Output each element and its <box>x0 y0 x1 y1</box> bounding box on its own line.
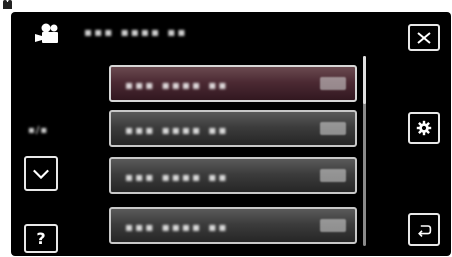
camera-menu-page: ▪▪▪ ▪▪▪▪ ▪▪ ▪/▪ ? ▪▪▪ ▪▪▪▪ ▪▪ ▪▪▪ ▪▪▪▪ ▪… <box>0 0 452 257</box>
menu-item[interactable]: ▪▪▪ ▪▪▪▪ ▪▪ <box>109 65 357 102</box>
menu-item-label: ▪▪▪ ▪▪▪▪ ▪▪ <box>125 170 229 184</box>
menu-item-label: ▪▪▪ ▪▪▪▪ ▪▪ <box>125 78 229 92</box>
page-indicator: ▪/▪ <box>28 125 49 136</box>
menu-item[interactable]: ▪▪▪ ▪▪▪▪ ▪▪ <box>109 207 357 244</box>
menu-item-value-icon <box>320 169 346 182</box>
scrollbar[interactable] <box>363 56 366 246</box>
settings-button[interactable] <box>408 112 440 144</box>
corner-mark <box>3 0 12 9</box>
return-arrow-icon <box>418 224 432 237</box>
menu-item-label: ▪▪▪ ▪▪▪▪ ▪▪ <box>125 220 229 234</box>
menu-item-value-icon <box>320 77 346 90</box>
menu-item-value-icon <box>320 219 346 232</box>
menu-item-label: ▪▪▪ ▪▪▪▪ ▪▪ <box>125 123 229 137</box>
menu-title: ▪▪▪ ▪▪▪▪ ▪▪ <box>84 25 188 39</box>
lcd-screen: ▪▪▪ ▪▪▪▪ ▪▪ ▪/▪ ? ▪▪▪ ▪▪▪▪ ▪▪ ▪▪▪ ▪▪▪▪ ▪… <box>11 12 451 256</box>
scroll-down-button[interactable] <box>24 156 58 191</box>
chevron-down-icon <box>33 169 49 179</box>
menu-item-value-icon <box>320 122 346 135</box>
gear-icon <box>416 120 432 136</box>
help-icon: ? <box>36 228 46 248</box>
close-icon <box>417 31 431 44</box>
menu-item[interactable]: ▪▪▪ ▪▪▪▪ ▪▪ <box>109 110 357 147</box>
menu-item[interactable]: ▪▪▪ ▪▪▪▪ ▪▪ <box>109 157 357 194</box>
video-camera-icon <box>35 23 58 43</box>
scrollbar-thumb[interactable] <box>363 56 366 104</box>
return-button[interactable] <box>408 213 440 246</box>
help-button[interactable]: ? <box>24 224 58 253</box>
close-button[interactable] <box>408 24 440 51</box>
